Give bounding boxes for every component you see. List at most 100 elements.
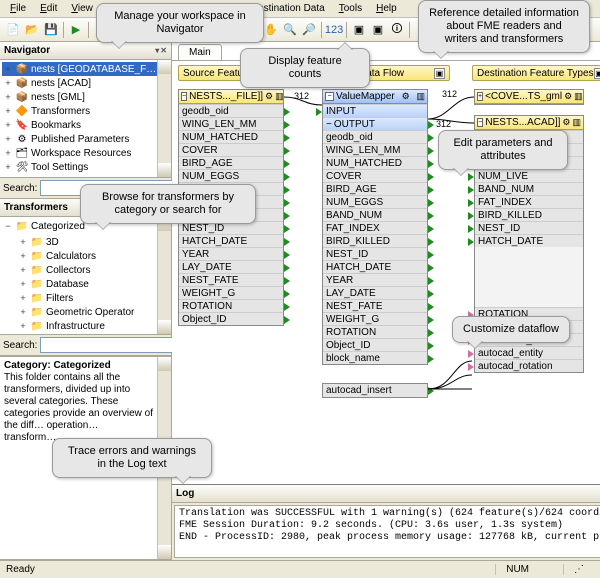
dest-gml-feature-type[interactable]: +<COVE...TS_gml⚙▥: [474, 89, 584, 105]
hand-icon[interactable]: ✋: [262, 21, 280, 39]
expand-icon[interactable]: ▣: [434, 68, 445, 79]
close-icon[interactable]: ✕: [160, 46, 167, 55]
props-icon[interactable]: ▥: [574, 91, 583, 102]
gear-icon[interactable]: ⚙: [402, 91, 410, 102]
attr-row[interactable]: LAY_DATE: [179, 260, 283, 273]
expand-icon[interactable]: ▣: [594, 68, 600, 79]
attr-row[interactable]: ROTATION: [323, 325, 427, 338]
nav-item[interactable]: +📦nests [GML]: [2, 90, 169, 104]
attr-row[interactable]: WEIGHT_G: [179, 286, 283, 299]
xf-item[interactable]: +📁Infrastructure: [4, 319, 167, 333]
nav-item[interactable]: +🔶Transformers: [2, 104, 169, 118]
xf-output[interactable]: −OUTPUT: [323, 117, 427, 130]
menu-tools[interactable]: Tools: [333, 2, 368, 15]
menu-edit[interactable]: Edit: [34, 2, 63, 15]
xf-item[interactable]: +📁Database: [4, 277, 167, 291]
menu-help[interactable]: Help: [370, 2, 403, 15]
xf-item[interactable]: +📁Geometric Operator: [4, 305, 167, 319]
attr-row[interactable]: COVER: [323, 169, 427, 182]
attr-row[interactable]: WING_LEN_MM: [179, 117, 283, 130]
attr-row[interactable]: BIRD_KILLED: [475, 208, 583, 221]
attr-row[interactable]: Object_ID: [179, 312, 283, 325]
attr-row[interactable]: autocad_entity: [475, 346, 583, 359]
attr-row[interactable]: COVER: [179, 143, 283, 156]
tb-b-icon[interactable]: ▣: [369, 21, 387, 39]
autocad-insert[interactable]: autocad_insert: [322, 383, 428, 398]
attr-row[interactable]: Object_ID: [323, 338, 427, 351]
nav-item[interactable]: +🗂Workspace Resources: [2, 146, 169, 160]
zoomin-icon[interactable]: 🔍: [281, 21, 299, 39]
xf-input[interactable]: INPUT: [323, 104, 427, 117]
props-icon[interactable]: ▥: [416, 91, 425, 102]
attr-row[interactable]: NUM_HATCHED: [179, 130, 283, 143]
attr-row[interactable]: YEAR: [179, 247, 283, 260]
menu-view[interactable]: View: [65, 2, 99, 15]
attr-row[interactable]: NUM_EGGS: [323, 195, 427, 208]
collapse-icon[interactable]: −: [181, 92, 187, 101]
xf-item[interactable]: +📁3D: [4, 235, 167, 249]
attr-row[interactable]: WEIGHT_G: [323, 312, 427, 325]
attr-row[interactable]: NEST_ID: [475, 221, 583, 234]
attr-row[interactable]: NUM_EGGS: [179, 169, 283, 182]
pin-icon[interactable]: ▾: [155, 46, 159, 55]
attr-row[interactable]: LAY_DATE: [323, 286, 427, 299]
count-label: 312: [436, 119, 451, 129]
attr-row[interactable]: BIRD_AGE: [323, 182, 427, 195]
collapse-icon[interactable]: −: [325, 92, 334, 101]
valuemapper-transformer[interactable]: −ValueMapper⚙▥ INPUT −OUTPUT geodb_oidWI…: [322, 89, 428, 365]
xf-item[interactable]: +📁Filters: [4, 291, 167, 305]
attr-row[interactable]: HATCH_DATE: [179, 234, 283, 247]
new-icon[interactable]: 📄: [4, 21, 22, 39]
collapse-icon[interactable]: −: [326, 119, 332, 130]
save-icon[interactable]: 💾: [42, 21, 60, 39]
callout-edit: Edit parameters and attributes: [438, 130, 568, 170]
attr-row[interactable]: NUM_HATCHED: [323, 156, 427, 169]
attr-row[interactable]: YEAR: [323, 273, 427, 286]
attr-row[interactable]: NUM_LIVE: [475, 169, 583, 182]
tb-c-icon[interactable]: 🛈: [388, 21, 406, 39]
attr-row[interactable]: HATCH_DATE: [475, 234, 583, 247]
gear-icon[interactable]: ⚙: [564, 91, 572, 102]
attr-row[interactable]: NEST_FATE: [323, 299, 427, 312]
attr-row[interactable]: autocad_rotation: [475, 359, 583, 372]
props-icon[interactable]: ▥: [572, 117, 581, 128]
run-icon[interactable]: ▶: [67, 21, 85, 39]
attr-row[interactable]: FAT_INDEX: [323, 221, 427, 234]
nav-item[interactable]: +⚙Published Parameters: [2, 132, 169, 146]
attr-row[interactable]: BAND_NUM: [475, 182, 583, 195]
scrollbar[interactable]: [157, 60, 171, 177]
nav-item[interactable]: +🔖Bookmarks: [2, 118, 169, 132]
gear-icon[interactable]: ⚙: [265, 91, 273, 102]
nav-item[interactable]: +📦nests [GEODATABASE_F…: [2, 62, 169, 76]
attr-row[interactable]: HATCH_DATE: [323, 260, 427, 273]
attr-row[interactable]: FAT_INDEX: [475, 195, 583, 208]
xf-item[interactable]: +📁Calculators: [4, 249, 167, 263]
attr-row[interactable]: BIRD_AGE: [179, 156, 283, 169]
expand-icon[interactable]: +: [477, 92, 483, 101]
tab-main[interactable]: Main: [178, 44, 222, 60]
dest-feature-types-header[interactable]: Destination Feature Types▣: [472, 65, 600, 81]
attr-row[interactable]: BAND_NUM: [323, 208, 427, 221]
attr-row[interactable]: ROTATION: [179, 299, 283, 312]
collapse-icon[interactable]: −: [477, 118, 483, 127]
scrollbar[interactable]: [157, 217, 171, 334]
attr-row[interactable]: block_name: [323, 351, 427, 364]
navigator-title: Navigator ▾ ✕: [0, 42, 171, 60]
attr-row[interactable]: geodb_oid: [179, 104, 283, 117]
attr-row[interactable]: geodb_oid: [323, 130, 427, 143]
attr-row[interactable]: BIRD_KILLED: [323, 234, 427, 247]
open-icon[interactable]: 📂: [23, 21, 41, 39]
props-icon[interactable]: ▥: [275, 91, 284, 102]
zoomout-icon[interactable]: 🔎: [300, 21, 318, 39]
canvas[interactable]: Main Source Feature Types▣ Data Flow▣ De…: [172, 42, 600, 484]
attr-row[interactable]: NEST_ID: [323, 247, 427, 260]
nav-item[interactable]: +🛠Tool Settings: [2, 160, 169, 174]
transformers-search-input[interactable]: [40, 337, 178, 353]
attr-row[interactable]: WING_LEN_MM: [323, 143, 427, 156]
nav-item[interactable]: +📦nests [ACAD]: [2, 76, 169, 90]
menu-file[interactable]: File: [4, 2, 32, 15]
gear-icon[interactable]: ⚙: [562, 117, 570, 128]
xf-item[interactable]: +📁Collectors: [4, 263, 167, 277]
attr-row[interactable]: NEST_FATE: [179, 273, 283, 286]
log-body[interactable]: Translation was SUCCESSFUL with 1 warnin…: [174, 505, 600, 558]
